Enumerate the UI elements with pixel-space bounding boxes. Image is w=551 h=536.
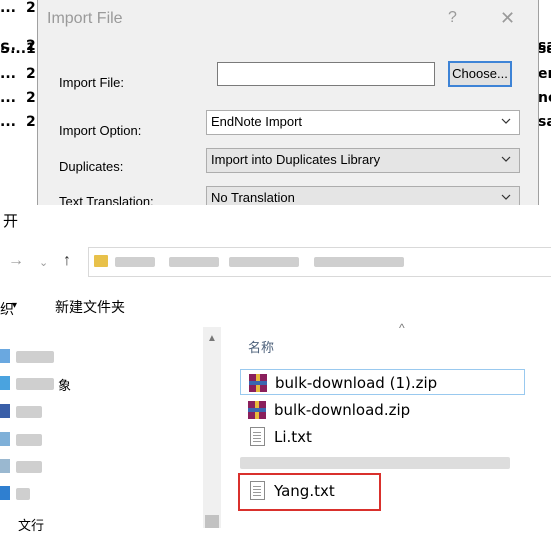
winrar-archive-icon (249, 374, 267, 392)
column-header-name[interactable]: 名称 (248, 337, 274, 356)
open-dialog-title: 开 (3, 213, 19, 230)
blurred-path-segment (169, 257, 219, 267)
nav-item-label: 文行 (18, 518, 45, 533)
reference-year: 2 (26, 114, 36, 130)
highlight-annotation-box (238, 473, 381, 511)
scroll-up-icon[interactable]: ▲ (207, 333, 217, 344)
blurred-label (16, 351, 54, 363)
dialog-titlebar[interactable]: Import File ? ✕ (38, 0, 538, 38)
blurred-path-segment (115, 257, 155, 267)
nav-item[interactable] (0, 455, 200, 479)
dialog-title: Import File (47, 10, 123, 27)
blurred-path-segment (229, 257, 299, 267)
import-file-input[interactable] (217, 62, 435, 86)
file-item[interactable]: bulk-download.zip (240, 397, 525, 423)
help-button[interactable]: ? (448, 9, 457, 27)
nav-item[interactable] (0, 482, 200, 506)
blurred-label (16, 488, 30, 500)
nav-item[interactable] (0, 428, 200, 452)
downloads-icon (0, 486, 10, 500)
chevron-down-icon (501, 194, 511, 200)
organize-dropdown-icon[interactable]: ▾ (12, 300, 17, 311)
reference-year: 2 (26, 90, 36, 106)
choose-button[interactable]: Choose... (448, 61, 512, 87)
drive-icon (0, 349, 10, 363)
recent-locations-chevron-icon[interactable]: ⌄ (39, 256, 48, 269)
folder-icon (94, 255, 108, 267)
reference-author: ... (0, 114, 16, 130)
reference-title: sa (538, 114, 551, 130)
blurred-label (16, 434, 42, 446)
nav-pane-scrollbar[interactable]: ▲ (203, 327, 221, 528)
reference-author: S... (0, 41, 27, 57)
blurred-file-row (240, 457, 510, 469)
documents-icon (0, 459, 10, 473)
blurred-label (16, 406, 42, 418)
reference-title: sa (538, 41, 551, 57)
navigation-bar: → ⌄ ↑ (0, 241, 551, 283)
dialog-toolbar: 织 ▾ 新建文件夹 (0, 287, 551, 327)
duplicates-select[interactable]: Import into Duplicates Library (206, 148, 520, 173)
forward-arrow-icon[interactable]: → (8, 252, 24, 270)
reference-year: 2 (26, 0, 36, 16)
nav-item[interactable]: 象 (0, 372, 200, 396)
scrollbar-thumb[interactable] (205, 515, 219, 528)
sort-ascending-icon: ^ (399, 321, 405, 335)
reference-title: ne (538, 90, 551, 106)
3d-objects-icon (0, 376, 10, 390)
pictures-icon (0, 432, 10, 446)
chevron-down-icon (501, 156, 511, 162)
file-name: Li.txt (274, 428, 312, 446)
text-translation-value: No Translation (211, 190, 295, 205)
navigation-pane: 象 文行 ▲ (0, 327, 222, 533)
duplicates-label: Duplicates: (59, 159, 124, 174)
close-button[interactable]: ✕ (500, 8, 515, 29)
reference-title: en (538, 66, 551, 82)
import-file-label: Import File: (59, 75, 125, 90)
file-item[interactable]: Li.txt (240, 424, 525, 450)
address-bar[interactable] (88, 247, 551, 277)
blurred-label (16, 461, 42, 473)
nav-item[interactable] (0, 345, 200, 369)
file-name: bulk-download (1).zip (275, 374, 438, 392)
import-file-dialog: Import File ? ✕ Import File: Choose... I… (37, 0, 539, 215)
nav-item[interactable]: 文行 (0, 512, 200, 536)
nav-item[interactable] (0, 400, 200, 424)
text-file-icon (250, 427, 265, 446)
reference-author: ... (0, 66, 16, 82)
file-name: bulk-download.zip (274, 401, 411, 419)
reference-author: ... (0, 90, 16, 106)
videos-icon (0, 404, 10, 418)
chevron-down-icon (501, 118, 511, 124)
nav-item-label: 象 (58, 378, 72, 393)
reference-year: 1 (26, 41, 36, 57)
new-folder-button[interactable]: 新建文件夹 (55, 297, 125, 317)
blurred-path-segment (314, 257, 404, 267)
reference-author: ... (0, 0, 16, 16)
import-option-select[interactable]: EndNote Import (206, 110, 520, 135)
up-arrow-icon[interactable]: ↑ (63, 252, 71, 270)
import-option-label: Import Option: (59, 123, 142, 138)
import-option-value: EndNote Import (211, 114, 303, 129)
reference-year: 2 (26, 66, 36, 82)
file-item[interactable]: bulk-download (1).zip (240, 369, 525, 395)
duplicates-value: Import into Duplicates Library (211, 152, 381, 167)
winrar-archive-icon (248, 401, 266, 419)
blurred-label (16, 378, 54, 390)
